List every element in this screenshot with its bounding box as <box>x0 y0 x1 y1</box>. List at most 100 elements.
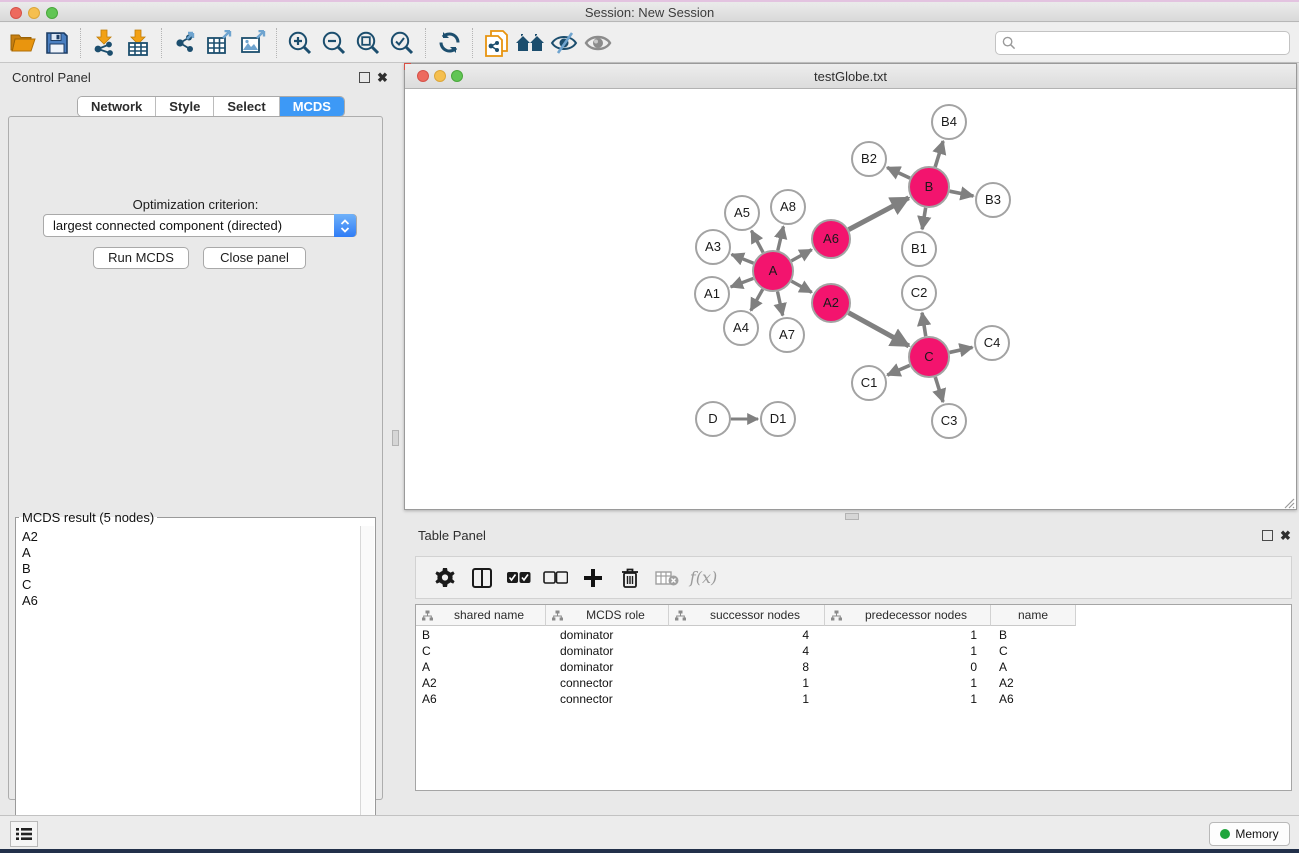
graph-node-A6[interactable]: A6 <box>812 220 850 258</box>
graph-node-B3[interactable]: B3 <box>976 183 1010 217</box>
export-network-button[interactable] <box>168 26 202 60</box>
column-header[interactable]: successor nodes <box>669 605 825 626</box>
table-cell[interactable]: 1 <box>825 643 977 659</box>
table-cell[interactable]: A <box>422 659 540 675</box>
graph-edge-A6-B[interactable] <box>849 198 909 230</box>
node-table[interactable]: shared nameMCDS rolesuccessor nodesprede… <box>415 604 1292 791</box>
result-item[interactable]: A6 <box>22 593 360 609</box>
graph-edge-A-A4[interactable] <box>751 289 763 310</box>
graph-edge-A2-C[interactable] <box>849 313 909 346</box>
graph-edge-B-B3[interactable] <box>950 191 974 196</box>
zoom-fit-button[interactable] <box>351 26 385 60</box>
export-table-button[interactable] <box>202 26 236 60</box>
open-file-button[interactable] <box>6 26 40 60</box>
graph-node-A7[interactable]: A7 <box>770 318 804 352</box>
graph-edge-C-C2[interactable] <box>922 313 926 336</box>
result-item[interactable]: B <box>22 561 360 577</box>
table-cell[interactable]: A2 <box>422 675 540 691</box>
float-table-panel-icon[interactable] <box>1262 530 1273 541</box>
graph-edge-A-A5[interactable] <box>751 231 763 253</box>
refresh-button[interactable] <box>432 26 466 60</box>
vertical-split-handle[interactable] <box>392 430 399 446</box>
resize-grip-icon[interactable] <box>1283 496 1295 508</box>
graph-edge-A-A7[interactable] <box>777 292 782 316</box>
table-cell[interactable]: 0 <box>825 659 977 675</box>
table-cell[interactable]: connector <box>560 675 660 691</box>
close-panel-icon[interactable]: ✖ <box>377 70 388 86</box>
column-visibility-button[interactable] <box>463 561 500 595</box>
deselect-all-button[interactable] <box>537 561 574 595</box>
table-cell[interactable]: B <box>999 627 1069 643</box>
add-column-button[interactable] <box>574 561 611 595</box>
graph-edge-A-A3[interactable] <box>732 254 754 263</box>
table-cell[interactable]: 4 <box>669 627 809 643</box>
close-table-panel-icon[interactable]: ✖ <box>1280 528 1291 544</box>
delete-column-button[interactable] <box>611 561 648 595</box>
table-settings-button[interactable] <box>426 561 463 595</box>
float-panel-icon[interactable] <box>359 72 370 83</box>
graph-edge-A-A1[interactable] <box>731 278 754 287</box>
run-mcds-button[interactable]: Run MCDS <box>93 247 189 269</box>
save-session-button[interactable] <box>40 26 74 60</box>
column-header[interactable]: shared name <box>416 605 546 626</box>
table-cell[interactable]: C <box>422 643 540 659</box>
graph-node-C2[interactable]: C2 <box>902 276 936 310</box>
function-builder-button[interactable]: f(x) <box>685 561 722 595</box>
show-details-button[interactable] <box>581 26 615 60</box>
search-input[interactable] <box>1016 34 1289 52</box>
graph-node-C1[interactable]: C1 <box>852 366 886 400</box>
graph-node-C[interactable]: C <box>909 337 949 377</box>
zoom-out-button[interactable] <box>317 26 351 60</box>
table-cell[interactable]: B <box>422 627 540 643</box>
graph-edge-B-B2[interactable] <box>887 167 910 178</box>
hide-details-button[interactable] <box>547 26 581 60</box>
table-cell[interactable]: dominator <box>560 659 660 675</box>
result-scrollbar[interactable] <box>360 526 374 844</box>
close-panel-button[interactable]: Close panel <box>203 247 306 269</box>
graph-node-A3[interactable]: A3 <box>696 230 730 264</box>
tab-style[interactable]: Style <box>156 97 214 116</box>
graph-node-B2[interactable]: B2 <box>852 142 886 176</box>
graph-edge-A-A6[interactable] <box>791 250 811 261</box>
table-cell[interactable]: A <box>999 659 1069 675</box>
graph-node-A2[interactable]: A2 <box>812 284 850 322</box>
table-cell[interactable]: 1 <box>825 691 977 707</box>
table-cell[interactable]: 1 <box>669 691 809 707</box>
graph-node-C4[interactable]: C4 <box>975 326 1009 360</box>
graph-node-A5[interactable]: A5 <box>725 196 759 230</box>
table-cell[interactable]: dominator <box>560 643 660 659</box>
graph-edge-B-B4[interactable] <box>935 141 943 167</box>
graph-node-A4[interactable]: A4 <box>724 311 758 345</box>
graph-node-B[interactable]: B <box>909 167 949 207</box>
graph-edge-C-C4[interactable] <box>949 347 972 352</box>
column-header[interactable]: MCDS role <box>546 605 669 626</box>
table-cell[interactable]: 1 <box>825 627 977 643</box>
table-cell[interactable]: 4 <box>669 643 809 659</box>
column-header[interactable]: predecessor nodes <box>825 605 991 626</box>
import-network-button[interactable] <box>87 26 121 60</box>
table-cell[interactable]: 1 <box>825 675 977 691</box>
zoom-in-button[interactable] <box>283 26 317 60</box>
table-cell[interactable]: 8 <box>669 659 809 675</box>
horizontal-split-handle[interactable] <box>845 513 859 520</box>
memory-button[interactable]: Memory <box>1209 822 1290 846</box>
graph-node-C3[interactable]: C3 <box>932 404 966 438</box>
criterion-dropdown[interactable]: largest connected component (directed) <box>43 214 357 237</box>
table-cell[interactable]: A6 <box>422 691 540 707</box>
graph-edge-C-C3[interactable] <box>935 377 943 402</box>
table-cell[interactable]: connector <box>560 691 660 707</box>
result-item[interactable]: A <box>22 545 360 561</box>
graph-edge-B-B1[interactable] <box>922 208 925 230</box>
graph-node-B1[interactable]: B1 <box>902 232 936 266</box>
graph-node-A1[interactable]: A1 <box>695 277 729 311</box>
graph-node-D[interactable]: D <box>696 402 730 436</box>
graph-edge-A-A2[interactable] <box>791 281 811 292</box>
table-cell[interactable]: C <box>999 643 1069 659</box>
graph-node-D1[interactable]: D1 <box>761 402 795 436</box>
tab-select[interactable]: Select <box>214 97 279 116</box>
result-item[interactable]: C <box>22 577 360 593</box>
graph-node-A[interactable]: A <box>753 251 793 291</box>
table-cell[interactable]: A6 <box>999 691 1069 707</box>
import-table-button[interactable] <box>121 26 155 60</box>
network-from-clipboard-button[interactable] <box>479 26 513 60</box>
